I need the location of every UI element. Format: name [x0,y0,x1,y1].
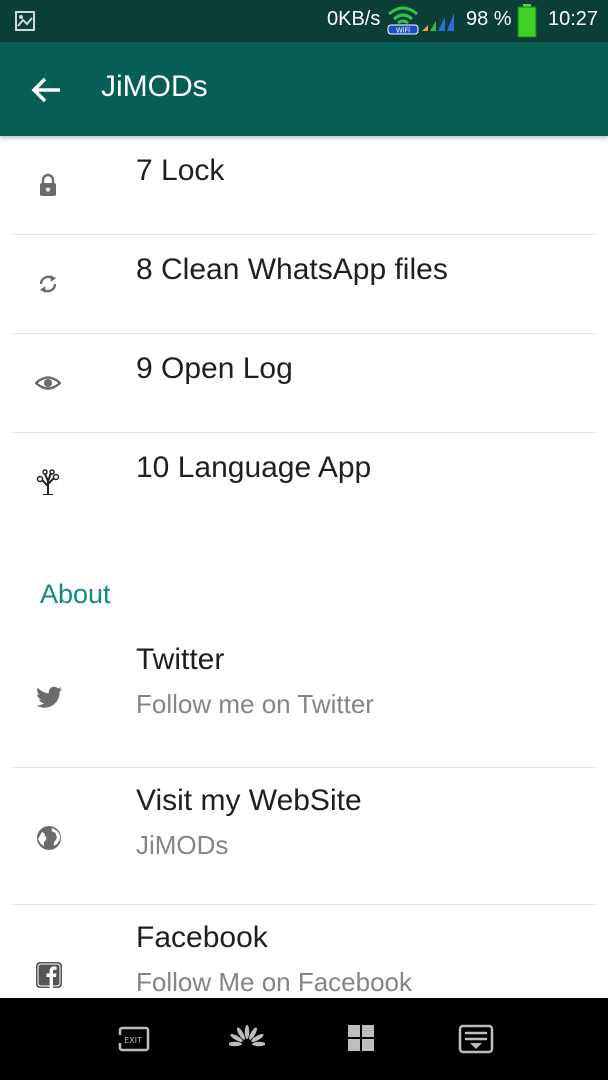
section-header-about: About [0,531,608,627]
sync-icon [39,275,57,293]
list-item-lock[interactable]: 7 Lock [13,136,595,235]
list-item-label: 8 Clean WhatsApp files [136,253,448,286]
list-item-title: Visit my WebSite [136,784,362,817]
tree-icon [36,469,60,495]
globe-icon [37,826,61,850]
list-item-title: Twitter [136,643,225,676]
list-item-label: 10 Language App [136,451,372,484]
battery-percent: 98 % [466,8,512,30]
list-item-subtitle: Follow Me on Facebook [136,967,413,997]
exit-label: EXIT [124,1036,142,1045]
list-item-twitter[interactable]: Twitter Follow me on Twitter [13,627,595,768]
list-item-label: 7 Lock [136,154,225,187]
svg-text:WiFi: WiFi [396,27,410,35]
wifi-icon: WiFi [387,6,419,35]
image-icon [15,11,35,31]
list-item-language[interactable]: 10 Language App [13,433,595,531]
section-header-label: About [40,579,111,609]
status-bar: 0KB/s WiFi 98 % 10:27 [0,0,608,42]
lock-icon [40,173,56,196]
list-item-subtitle: JiMODs [136,830,229,860]
twitter-icon [36,686,63,708]
list-item-label: 9 Open Log [136,352,293,385]
signal-icon [422,13,454,31]
page-title: JiMODs [101,70,208,103]
list-item-subtitle: Follow me on Twitter [136,689,374,719]
settings-list: 7 Lock 8 Clean WhatsApp files 9 Open Log… [0,136,608,1042]
facebook-icon [36,962,62,988]
network-speed: 0KB/s [327,8,381,30]
apps-grid-icon[interactable] [343,1024,379,1054]
app-bar: JiMODs [0,42,608,136]
huawei-logo-icon[interactable] [229,1024,265,1054]
status-clock: 10:27 [548,8,599,30]
list-item-open-log[interactable]: 9 Open Log [13,334,595,433]
list-item-clean-files[interactable]: 8 Clean WhatsApp files [13,235,595,334]
exit-icon[interactable]: EXIT [114,1024,150,1054]
list-item-website[interactable]: Visit my WebSite JiMODs [13,768,595,905]
back-arrow-icon[interactable] [30,74,62,106]
navigation-bar: EXIT [0,998,608,1080]
list-item-title: Facebook [136,921,268,954]
notification-panel-icon[interactable] [458,1024,494,1054]
eye-icon [35,376,61,390]
battery-icon [517,4,537,38]
